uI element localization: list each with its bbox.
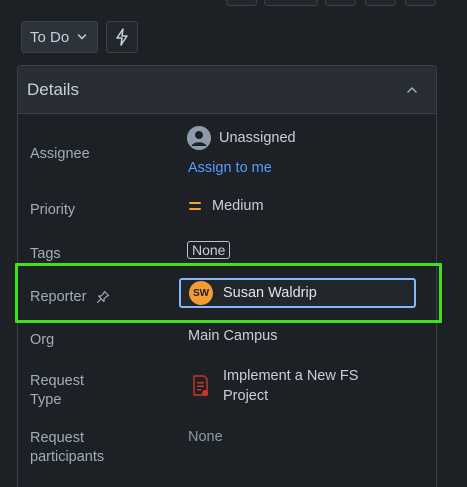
tags-value[interactable]: None <box>187 241 231 259</box>
assignee-value: Unassigned <box>219 130 296 146</box>
reporter-name: Susan Waldrip <box>223 285 317 301</box>
tags-label: Tags <box>30 246 61 262</box>
org-value[interactable]: Main Campus <box>188 328 277 344</box>
chevron-up-icon <box>407 86 417 93</box>
toolbar-button[interactable] <box>264 0 318 6</box>
issue-sidebar: To Do Details Assignee Unassigned Assign <box>0 0 467 487</box>
request-type-value-line1[interactable]: Implement a New FS <box>223 368 358 384</box>
reporter-label: Reporter <box>30 289 87 305</box>
org-label: Org <box>30 332 55 348</box>
panel-title: Details <box>27 79 79 99</box>
collapse-button[interactable] <box>402 80 422 100</box>
request-type-value-line2[interactable]: Project <box>223 388 268 404</box>
details-header[interactable]: Details <box>18 66 436 114</box>
request-participants-value[interactable]: None <box>188 429 223 445</box>
request-participants-label-line1: Request <box>30 430 85 446</box>
status-label: To Do <box>30 28 70 46</box>
chevron-down-icon <box>77 34 87 40</box>
automation-button[interactable] <box>106 21 138 53</box>
request-type-label-line1: Request <box>30 373 85 389</box>
toolbar-button[interactable] <box>405 0 436 6</box>
toolbar-button[interactable] <box>365 0 396 6</box>
request-type-icon <box>193 375 208 396</box>
request-participants-label-line2: participants <box>30 449 105 465</box>
user-avatar-icon <box>187 126 211 150</box>
priority-medium-icon <box>189 202 201 210</box>
status-dropdown[interactable]: To Do <box>21 21 98 53</box>
pin-icon[interactable] <box>96 290 110 304</box>
priority-label: Priority <box>30 202 76 218</box>
reporter-field[interactable]: SW Susan Waldrip <box>179 278 416 308</box>
assign-to-me-link[interactable]: Assign to me <box>188 160 272 176</box>
assignee-label: Assignee <box>30 146 90 162</box>
priority-value[interactable]: Medium <box>212 198 264 214</box>
lightning-bolt-icon <box>116 28 128 46</box>
toolbar-button[interactable] <box>226 0 257 6</box>
request-type-label-line2: Type <box>30 392 62 408</box>
toolbar-button[interactable] <box>325 0 356 6</box>
reporter-avatar: SW <box>189 281 213 305</box>
